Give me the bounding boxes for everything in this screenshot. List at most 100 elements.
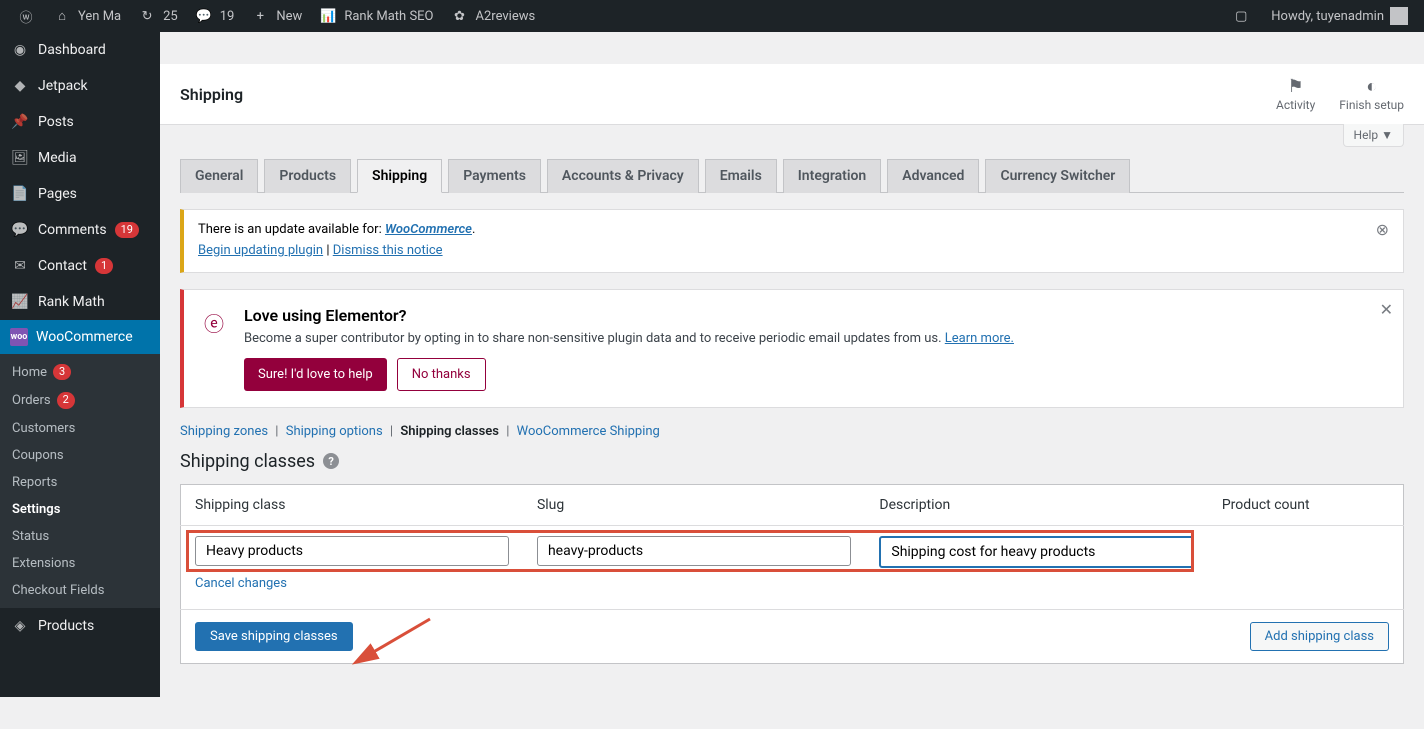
elementor-icon-col: ⓔ xyxy=(184,290,244,407)
menu-contact[interactable]: ✉Contact1 xyxy=(0,248,160,284)
table-row xyxy=(181,525,1404,572)
updates-link[interactable]: ↻25 xyxy=(129,0,186,32)
dashboard-icon: ◉ xyxy=(10,40,30,60)
tab-shipping[interactable]: Shipping xyxy=(357,159,442,193)
description-input[interactable] xyxy=(879,536,1193,568)
tab-accounts[interactable]: Accounts & Privacy xyxy=(547,159,699,193)
submenu-label: Coupons xyxy=(12,448,64,463)
elementor-icon: ⓔ xyxy=(204,308,224,337)
notice-plugin-link[interactable]: WooCommerce xyxy=(385,222,472,237)
elementor-body-text: Become a super contributor by opting in … xyxy=(244,331,945,346)
th-count: Product count xyxy=(1208,484,1404,525)
elementor-notice: ⓔ Love using Elementor? Become a super c… xyxy=(180,289,1404,408)
submenu-label: Customers xyxy=(12,421,75,436)
tab-integration[interactable]: Integration xyxy=(783,159,881,193)
menu-rankmath[interactable]: 📈Rank Math xyxy=(0,284,160,320)
howdy-text: Howdy, tuyenadmin xyxy=(1271,9,1384,24)
elementor-text: Become a super contributor by opting in … xyxy=(244,331,1363,346)
save-button[interactable]: Save shipping classes xyxy=(195,622,353,651)
close-icon: ⊗ xyxy=(1376,220,1389,239)
woo-icon: woo xyxy=(10,328,28,346)
submenu-label: Home xyxy=(12,365,47,380)
submenu-label: Settings xyxy=(12,502,60,517)
elementor-buttons: Sure! I'd love to help No thanks xyxy=(244,358,1363,391)
submenu-customers[interactable]: Customers xyxy=(0,415,160,442)
submenu-reports[interactable]: Reports xyxy=(0,469,160,496)
pin-icon: 📌 xyxy=(10,112,30,132)
activity-label: Activity xyxy=(1276,98,1315,112)
pages-icon: 📄 xyxy=(10,184,30,204)
tab-payments[interactable]: Payments xyxy=(448,159,541,193)
table-footer: Save shipping classes Add shipping class xyxy=(181,609,1404,663)
comments-icon: 💬 xyxy=(10,220,30,240)
optin-no-button[interactable]: No thanks xyxy=(397,358,486,391)
slug-input[interactable] xyxy=(537,536,851,566)
mail-icon: ✉ xyxy=(10,256,30,276)
tab-currency[interactable]: Currency Switcher xyxy=(985,159,1130,193)
help-tooltip-icon[interactable]: ? xyxy=(323,453,339,469)
subnav-zones[interactable]: Shipping zones xyxy=(180,424,268,439)
th-desc: Description xyxy=(865,484,1207,525)
wp-logo[interactable]: ⓦ xyxy=(8,0,44,32)
notification-icon[interactable]: ▢ xyxy=(1223,0,1259,32)
menu-woocommerce[interactable]: woo WooCommerce xyxy=(0,320,160,354)
tab-advanced[interactable]: Advanced xyxy=(887,159,979,193)
tab-emails[interactable]: Emails xyxy=(705,159,777,193)
menu-comments[interactable]: 💬Comments19 xyxy=(0,212,160,248)
menu-dashboard[interactable]: ◉Dashboard xyxy=(0,32,160,68)
account-link[interactable]: Howdy, tuyenadmin xyxy=(1263,0,1416,32)
submenu-label: Status xyxy=(12,529,49,544)
menu-jetpack[interactable]: ◆Jetpack xyxy=(0,68,160,104)
jetpack-icon: ◆ xyxy=(10,76,30,96)
a2reviews-link[interactable]: ✿A2reviews xyxy=(442,0,544,32)
rankmath-label: Rank Math SEO xyxy=(344,9,433,24)
header-actions: ⚑ Activity ◐ Finish setup xyxy=(1276,76,1404,112)
cancel-changes-link[interactable]: Cancel changes xyxy=(181,576,301,601)
subnav-options[interactable]: Shipping options xyxy=(286,424,383,439)
new-link[interactable]: +New xyxy=(242,0,310,32)
elementor-close-button[interactable]: ✕ xyxy=(1380,300,1393,319)
submenu-orders[interactable]: Orders2 xyxy=(0,386,160,414)
class-name-input[interactable] xyxy=(195,536,509,566)
tab-products[interactable]: Products xyxy=(264,159,351,193)
dismiss-button[interactable]: ⊗ xyxy=(1376,220,1389,239)
finish-label: Finish setup xyxy=(1339,98,1404,112)
subnav-wcshipping[interactable]: WooCommerce Shipping xyxy=(517,424,660,439)
menu-label: Posts xyxy=(38,114,74,130)
menu-products[interactable]: ◈Products xyxy=(0,608,160,644)
site-link[interactable]: ⌂Yen Ma xyxy=(44,0,129,32)
dismiss-link[interactable]: Dismiss this notice xyxy=(333,243,443,258)
menu-posts[interactable]: 📌 Posts xyxy=(0,104,160,140)
th-class: Shipping class xyxy=(181,484,523,525)
notice-text: There is an update available for: xyxy=(198,222,385,237)
menu-label: WooCommerce xyxy=(36,329,133,345)
menu-media[interactable]: 🖼Media xyxy=(0,140,160,176)
submenu-label: Extensions xyxy=(12,556,75,571)
badge: 2 xyxy=(57,392,75,408)
submenu-coupons[interactable]: Coupons xyxy=(0,442,160,469)
media-icon: 🖼 xyxy=(10,148,30,168)
subnav-classes: Shipping classes xyxy=(400,424,499,439)
updates-count: 25 xyxy=(163,9,178,24)
finish-setup-button[interactable]: ◐ Finish setup xyxy=(1339,76,1404,112)
rankmath-link[interactable]: 📊Rank Math SEO xyxy=(310,0,441,32)
activity-button[interactable]: ⚑ Activity xyxy=(1276,76,1315,112)
chat-icon: ▢ xyxy=(1231,6,1251,26)
separator: | xyxy=(275,424,278,439)
submenu-home[interactable]: Home 3 xyxy=(0,358,160,386)
help-button[interactable]: Help ▼ xyxy=(1343,124,1404,147)
menu-pages[interactable]: 📄Pages xyxy=(0,176,160,212)
add-class-button[interactable]: Add shipping class xyxy=(1250,622,1389,651)
submenu-checkout-fields[interactable]: Checkout Fields xyxy=(0,577,160,604)
begin-update-link[interactable]: Begin updating plugin xyxy=(198,243,323,258)
count-cell xyxy=(1208,525,1404,572)
learn-more-link[interactable]: Learn more. xyxy=(945,331,1014,346)
tab-general[interactable]: General xyxy=(180,159,258,193)
submenu-status[interactable]: Status xyxy=(0,523,160,550)
submenu-settings[interactable]: Settings xyxy=(0,496,160,523)
main-content: Shipping ⚑ Activity ◐ Finish setup Help … xyxy=(160,64,1424,729)
optin-yes-button[interactable]: Sure! I'd love to help xyxy=(244,358,387,391)
badge: 3 xyxy=(53,364,71,380)
comments-link[interactable]: 💬19 xyxy=(186,0,243,32)
submenu-extensions[interactable]: Extensions xyxy=(0,550,160,577)
